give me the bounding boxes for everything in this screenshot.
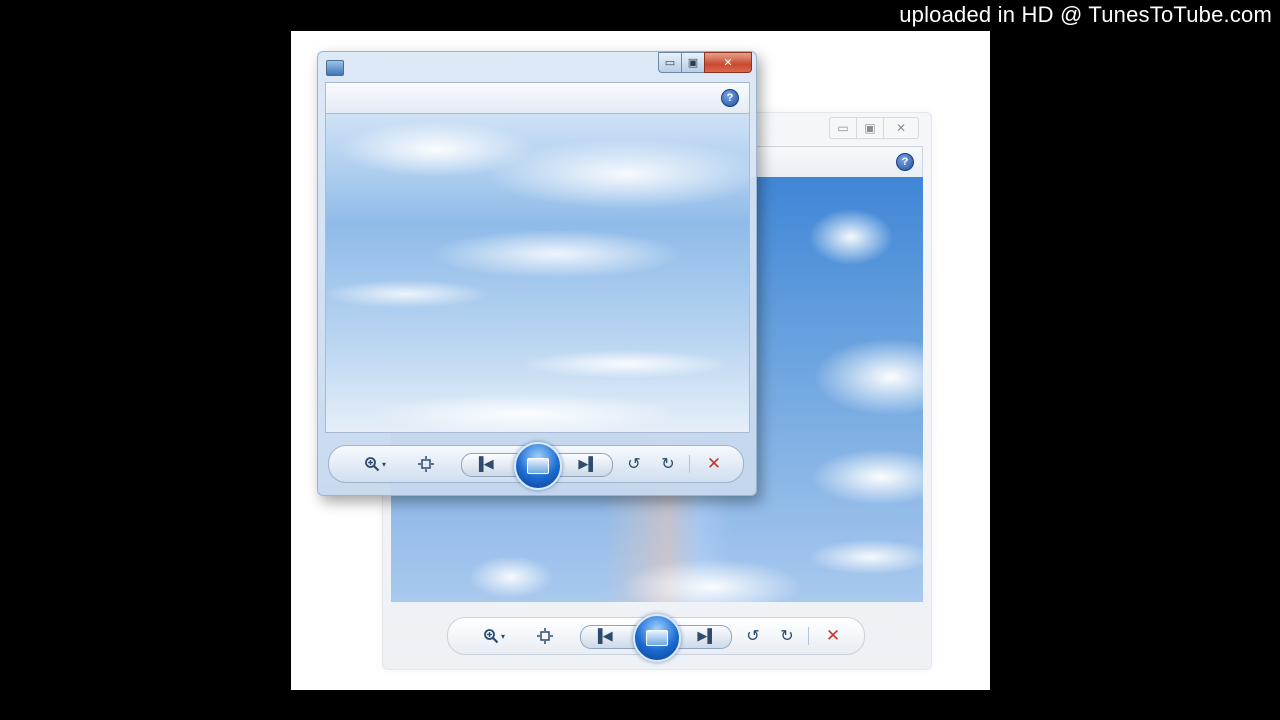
maximize-button[interactable]: ▣ [857, 118, 884, 138]
caption-buttons: ▭ ▣ ✕ [658, 52, 752, 73]
previous-button[interactable]: ▐◀ [469, 446, 499, 482]
maximize-button[interactable]: ▣ [681, 52, 704, 73]
slideshow-button[interactable] [633, 614, 681, 662]
zoom-icon [484, 629, 499, 644]
zoom-button[interactable]: ▾ [474, 618, 514, 654]
viewer-toolbar: ▾ ▐◀ ▶▌ ↺ ↻ ✕ [328, 442, 744, 490]
zoom-button[interactable]: ▾ [355, 446, 395, 482]
actual-size-button[interactable] [411, 446, 441, 482]
slideshow-icon [527, 458, 549, 474]
fit-window-icon [418, 456, 434, 472]
photo-viewer-window-front: ▭ ▣ ✕ ? ▾ ▐◀ ▶▌ ↺ ↻ ✕ [317, 51, 757, 496]
delete-button[interactable]: ✕ [820, 618, 846, 654]
fit-window-icon [537, 628, 553, 644]
slideshow-icon [646, 630, 668, 646]
app-icon[interactable] [326, 60, 344, 76]
rotate-left-button[interactable]: ↺ [740, 618, 766, 654]
next-button[interactable]: ▶▌ [692, 618, 722, 654]
toolbar-divider [689, 455, 690, 473]
actual-size-button[interactable] [530, 618, 560, 654]
next-button[interactable]: ▶▌ [573, 446, 603, 482]
close-button[interactable]: ✕ [884, 118, 918, 138]
chevron-down-icon: ▾ [381, 459, 386, 469]
rotate-left-button[interactable]: ↺ [621, 446, 647, 482]
rotate-right-button[interactable]: ↻ [774, 618, 800, 654]
photo-view [325, 113, 750, 433]
help-icon[interactable]: ? [721, 89, 739, 107]
caption-buttons: ▭ ▣ ✕ [829, 117, 919, 139]
slideshow-button[interactable] [514, 442, 562, 490]
chevron-down-icon: ▾ [500, 631, 505, 641]
watermark-text: uploaded in HD @ TunesToTube.com [899, 2, 1272, 27]
toolbar-divider [808, 627, 809, 645]
minimize-button[interactable]: ▭ [830, 118, 857, 138]
minimize-button[interactable]: ▭ [658, 52, 681, 73]
previous-button[interactable]: ▐◀ [588, 618, 618, 654]
rotate-right-button[interactable]: ↻ [655, 446, 681, 482]
viewer-toolbar: ▾ ▐◀ ▶▌ ↺ ↻ ✕ [447, 614, 865, 662]
menu-bar: ? [325, 82, 750, 114]
zoom-icon [365, 457, 380, 472]
help-icon[interactable]: ? [896, 153, 914, 171]
delete-button[interactable]: ✕ [701, 446, 727, 482]
close-button[interactable]: ✕ [704, 52, 752, 73]
